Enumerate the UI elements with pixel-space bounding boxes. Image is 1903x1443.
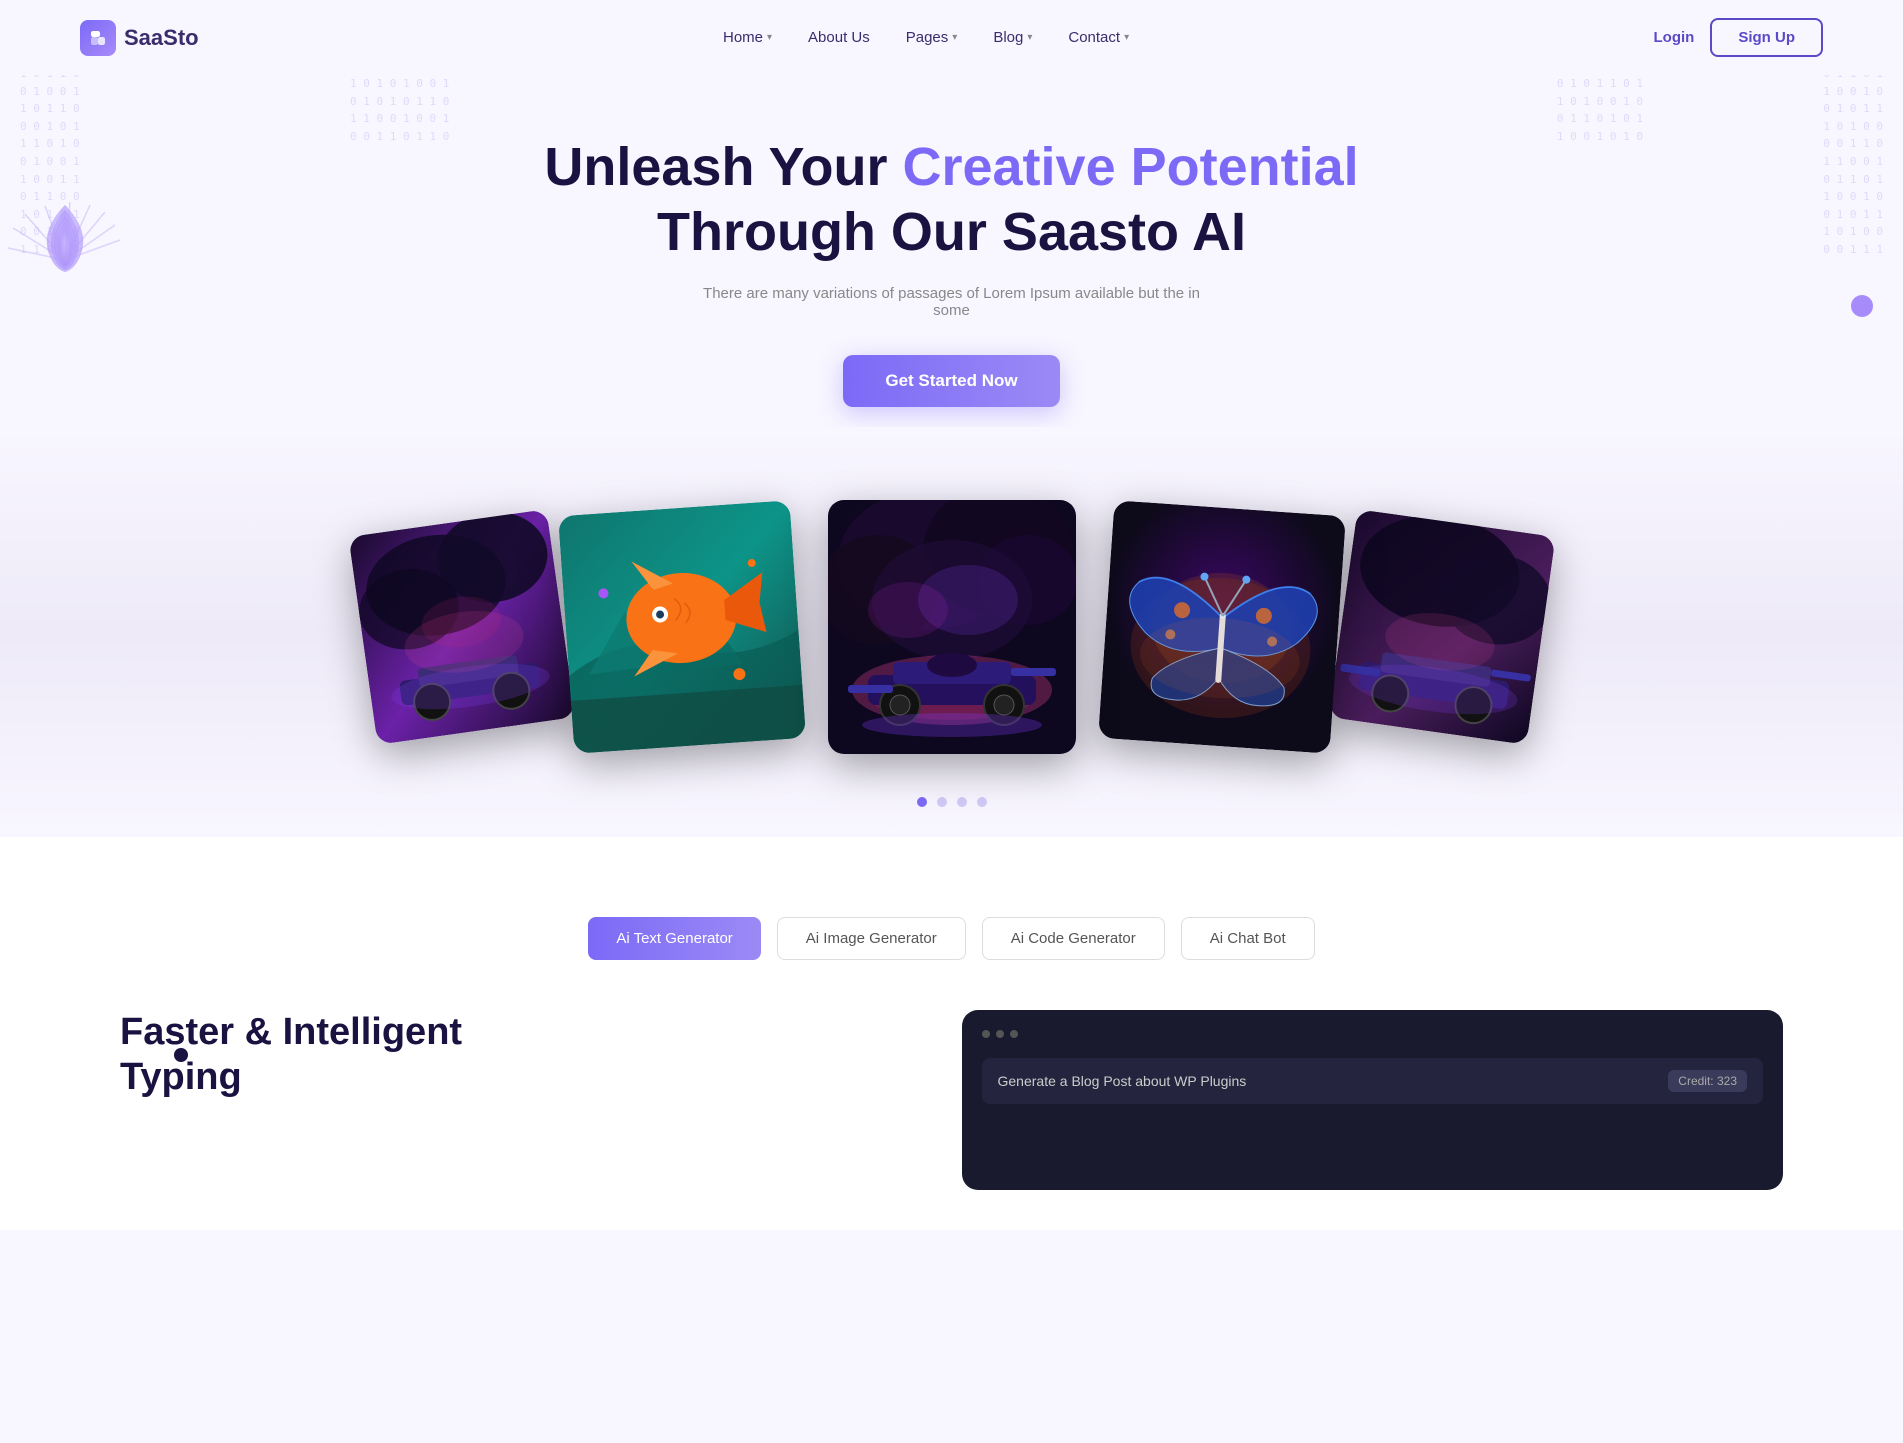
hero-subtitle: There are many variations of passages of… bbox=[702, 285, 1202, 319]
nav-actions: Login Sign Up bbox=[1654, 18, 1824, 57]
nav-link-blog[interactable]: Blog ▾ bbox=[993, 29, 1032, 46]
nav-link-contact[interactable]: Contact ▾ bbox=[1068, 29, 1129, 46]
get-started-button[interactable]: Get Started Now bbox=[843, 355, 1059, 407]
features-tabs: Ai Text Generator Ai Image Generator Ai … bbox=[120, 917, 1783, 960]
logo[interactable]: SaaSto bbox=[80, 20, 199, 56]
chat-prompt-row: Generate a Blog Post about WP Plugins Cr… bbox=[982, 1058, 1764, 1104]
hero-content: Unleash Your Creative Potential Through … bbox=[80, 135, 1823, 407]
nav-item-pages[interactable]: Pages ▾ bbox=[906, 29, 958, 46]
chat-header bbox=[982, 1030, 1764, 1038]
chat-dot-1 bbox=[982, 1030, 990, 1038]
carousel-track bbox=[0, 487, 1903, 767]
carousel-card-center[interactable] bbox=[828, 500, 1076, 754]
carousel-card-right[interactable] bbox=[1097, 500, 1345, 754]
carousel-section bbox=[0, 427, 1903, 837]
nav-item-home[interactable]: Home ▾ bbox=[723, 29, 772, 46]
carousel-card-far-right[interactable] bbox=[1328, 509, 1555, 745]
chevron-down-icon: ▾ bbox=[1124, 32, 1129, 43]
chevron-down-icon: ▾ bbox=[1027, 32, 1032, 43]
logo-icon bbox=[80, 20, 116, 56]
chat-prompt-text: Generate a Blog Post about WP Plugins bbox=[998, 1073, 1247, 1089]
features-chat-panel: Generate a Blog Post about WP Plugins Cr… bbox=[962, 1010, 1784, 1190]
hero-title-part2: Through Our Saasto AI bbox=[657, 202, 1246, 262]
features-heading: Faster & Intelligent Typing bbox=[120, 1010, 902, 1101]
tab-ai-chat-bot[interactable]: Ai Chat Bot bbox=[1181, 917, 1315, 960]
carousel-card-left[interactable] bbox=[557, 500, 805, 754]
brand-name: SaaSto bbox=[124, 25, 199, 51]
nav-item-contact[interactable]: Contact ▾ bbox=[1068, 29, 1129, 46]
carousel-dot-3[interactable] bbox=[957, 797, 967, 807]
hero-title-part1: Unleash Your bbox=[544, 137, 902, 197]
nav-item-about[interactable]: About Us bbox=[808, 29, 870, 46]
login-button[interactable]: Login bbox=[1654, 29, 1695, 46]
carousel-dot-1[interactable] bbox=[917, 797, 927, 807]
hero-title-accent: Creative Potential bbox=[902, 137, 1358, 197]
features-bottom: Faster & Intelligent Typing Generate a B… bbox=[120, 1010, 1783, 1190]
tab-ai-text-generator[interactable]: Ai Text Generator bbox=[588, 917, 760, 960]
chevron-down-icon: ▾ bbox=[767, 32, 772, 43]
chat-dot-2 bbox=[996, 1030, 1004, 1038]
features-left: Faster & Intelligent Typing bbox=[120, 1010, 902, 1121]
chat-credit: Credit: 323 bbox=[1668, 1070, 1747, 1092]
nav-links: Home ▾ About Us Pages ▾ Blog ▾ Contact ▾ bbox=[723, 29, 1129, 46]
navbar: SaaSto Home ▾ About Us Pages ▾ Blog ▾ bbox=[0, 0, 1903, 75]
purple-dot-decoration bbox=[1851, 295, 1873, 317]
typing-wrapper: Typing bbox=[120, 1055, 242, 1101]
signup-button[interactable]: Sign Up bbox=[1710, 18, 1823, 57]
carousel-card-far-left[interactable] bbox=[348, 509, 575, 745]
tab-ai-code-generator[interactable]: Ai Code Generator bbox=[982, 917, 1165, 960]
hero-title: Unleash Your Creative Potential Through … bbox=[80, 135, 1823, 265]
features-section: Ai Text Generator Ai Image Generator Ai … bbox=[0, 837, 1903, 1230]
carousel-dots bbox=[0, 797, 1903, 807]
binary-right: 0 1 1 0 1 1 0 0 1 0 0 1 0 1 1 1 0 1 0 0 … bbox=[1823, 75, 1883, 259]
hero-section: 1 0 1 1 0 0 1 0 0 1 1 0 1 1 0 0 0 1 0 1 … bbox=[0, 75, 1903, 427]
tab-ai-image-generator[interactable]: Ai Image Generator bbox=[777, 917, 966, 960]
nav-item-blog[interactable]: Blog ▾ bbox=[993, 29, 1032, 46]
carousel-dot-2[interactable] bbox=[937, 797, 947, 807]
nav-link-home[interactable]: Home ▾ bbox=[723, 29, 772, 46]
nav-link-pages[interactable]: Pages ▾ bbox=[906, 29, 958, 46]
chat-dot-3 bbox=[1010, 1030, 1018, 1038]
carousel-dot-4[interactable] bbox=[977, 797, 987, 807]
chevron-down-icon: ▾ bbox=[952, 32, 957, 43]
nav-link-about[interactable]: About Us bbox=[808, 29, 870, 46]
typing-indicator bbox=[174, 1048, 188, 1062]
